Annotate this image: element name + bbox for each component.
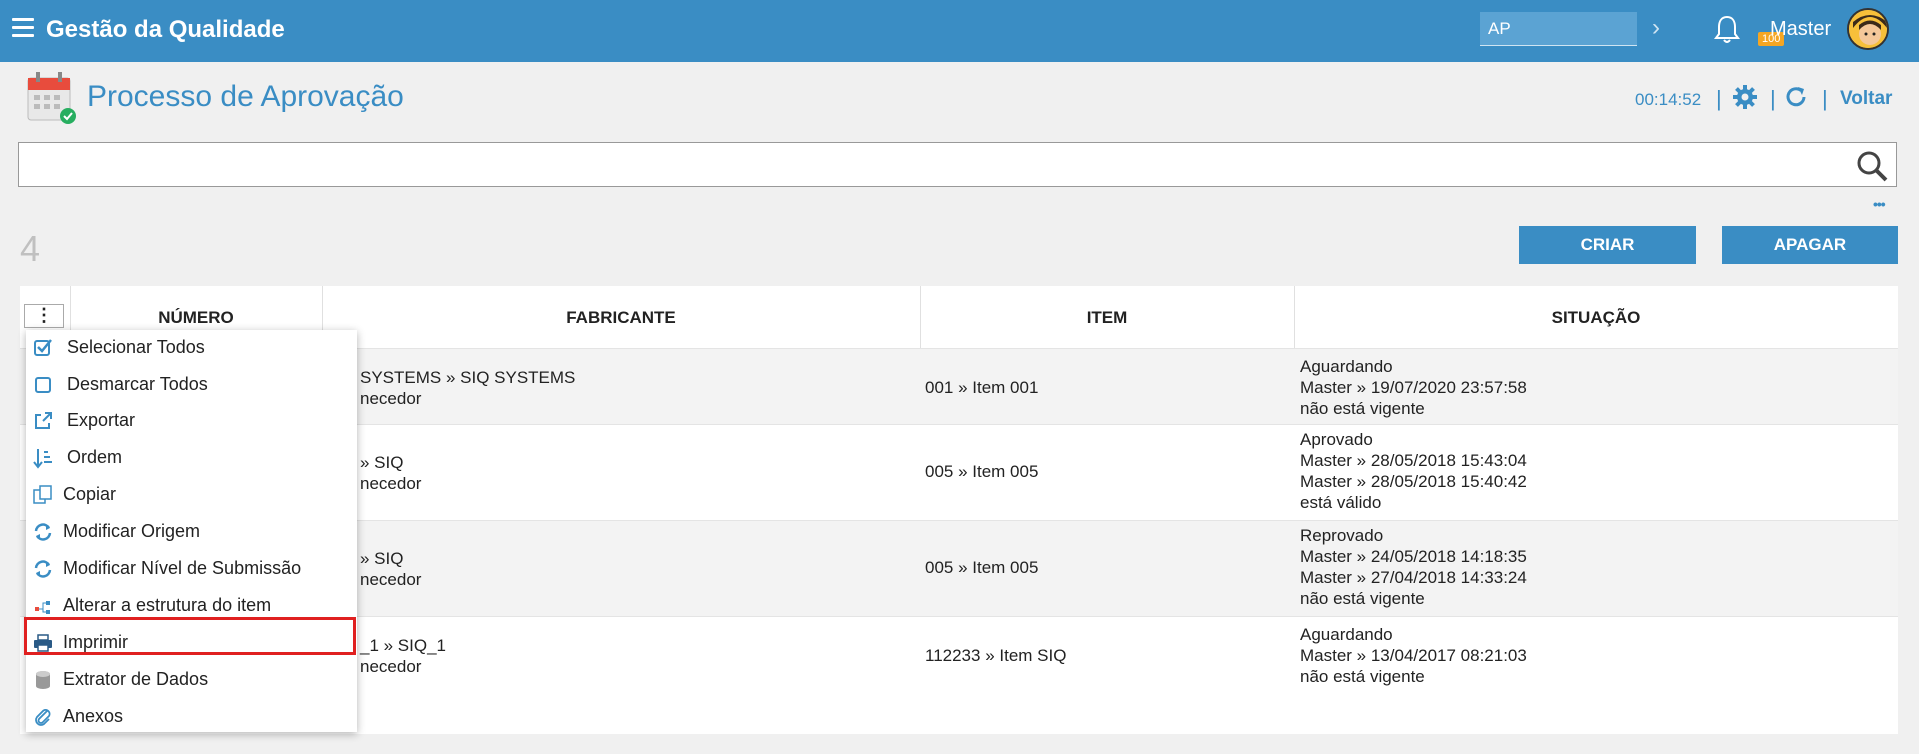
separator: | bbox=[1770, 86, 1776, 111]
item-cell: 005 » Item 005 bbox=[925, 462, 1039, 481]
gear-icon[interactable] bbox=[1732, 84, 1758, 110]
chevron-right-icon[interactable]: › bbox=[1652, 14, 1660, 42]
sort-icon bbox=[33, 449, 52, 469]
item-cell: 001 » Item 001 bbox=[925, 378, 1039, 397]
situacao-cell: Aguardando Master » 19/07/2020 23:57:58 nã… bbox=[1300, 357, 1527, 418]
header-item[interactable]: ITEM bbox=[920, 308, 1294, 328]
menu-item-order[interactable]: Ordem bbox=[26, 440, 357, 476]
checkbox-empty-icon bbox=[35, 377, 51, 393]
create-button[interactable]: CRIAR bbox=[1519, 226, 1696, 264]
header-numero[interactable]: NÚMERO bbox=[70, 308, 322, 328]
situacao-cell: Reprovado Master » 24/05/2018 14:18:35 Mas… bbox=[1300, 526, 1527, 608]
app-title: Gestão da Qualidade bbox=[46, 16, 285, 43]
structure-icon bbox=[35, 601, 50, 614]
global-search-input[interactable] bbox=[1480, 12, 1637, 46]
session-timer: 00:14:52 bbox=[1635, 90, 1702, 109]
paperclip-icon bbox=[35, 709, 51, 726]
menu-item-modify-submission-level[interactable]: Modificar Nível de Submissão bbox=[26, 551, 357, 587]
more-options-icon[interactable]: ••• bbox=[1873, 196, 1886, 212]
database-icon bbox=[36, 671, 50, 689]
copy-icon bbox=[33, 485, 52, 504]
checkbox-checked-icon bbox=[34, 339, 52, 356]
user-name[interactable]: Master bbox=[1770, 18, 1831, 41]
separator: | bbox=[1822, 86, 1828, 111]
item-cell: 112233 » Item SIQ bbox=[925, 646, 1067, 665]
menu-item-attachments[interactable]: Anexos bbox=[26, 699, 357, 735]
search-box bbox=[18, 142, 1897, 187]
sync-icon bbox=[34, 560, 52, 578]
situacao-cell: Aguardando Master » 13/04/2017 08:21:03 nã… bbox=[1300, 625, 1527, 686]
situacao-cell: Aprovado Master » 28/05/2018 15:43:04 Mast… bbox=[1300, 430, 1527, 512]
bell-icon[interactable] bbox=[1712, 14, 1742, 46]
header-fabricante[interactable]: FABRICANTE bbox=[322, 308, 920, 328]
search-input[interactable] bbox=[19, 143, 1896, 186]
search-icon[interactable] bbox=[1856, 150, 1888, 182]
fabricante-cell: _1 » SIQ_1 necedor bbox=[360, 636, 447, 676]
highlight-box bbox=[24, 617, 356, 655]
menu-icon[interactable] bbox=[12, 18, 34, 38]
refresh-icon[interactable] bbox=[1783, 84, 1809, 110]
fabricante-cell: » SIQ necedor bbox=[360, 549, 422, 589]
sync-icon bbox=[34, 523, 52, 541]
item-cell: 005 » Item 005 bbox=[925, 558, 1039, 577]
external-link-icon bbox=[35, 412, 52, 429]
column-menu-button[interactable]: ⋮ bbox=[24, 304, 64, 328]
menu-item-copy[interactable]: Copiar bbox=[26, 477, 357, 513]
delete-button[interactable]: APAGAR bbox=[1722, 226, 1898, 264]
menu-item-data-extractor[interactable]: Extrator de Dados bbox=[26, 662, 357, 698]
column-options-menu: Selecionar Todos Desmarcar Todos Exporta… bbox=[26, 330, 357, 732]
fabricante-cell: SYSTEMS » SIQ SYSTEMS necedor bbox=[360, 368, 576, 408]
avatar[interactable] bbox=[1847, 8, 1889, 50]
back-link[interactable]: Voltar bbox=[1840, 88, 1892, 110]
calendar-check-icon bbox=[27, 72, 76, 124]
top-bar: Gestão da Qualidade › 100 Master bbox=[0, 0, 1919, 62]
header-situacao[interactable]: SITUAÇÃO bbox=[1294, 308, 1898, 328]
menu-item-export[interactable]: Exportar bbox=[26, 403, 357, 439]
fabricante-cell: » SIQ necedor bbox=[360, 453, 422, 493]
record-count: 4 bbox=[20, 228, 41, 269]
menu-item-deselect-all[interactable]: Desmarcar Todos bbox=[26, 367, 357, 403]
page-title: Processo de Aprovação bbox=[87, 80, 404, 113]
menu-item-select-all[interactable]: Selecionar Todos bbox=[26, 330, 357, 366]
menu-item-modify-origin[interactable]: Modificar Origem bbox=[26, 514, 357, 550]
separator: | bbox=[1716, 86, 1722, 111]
